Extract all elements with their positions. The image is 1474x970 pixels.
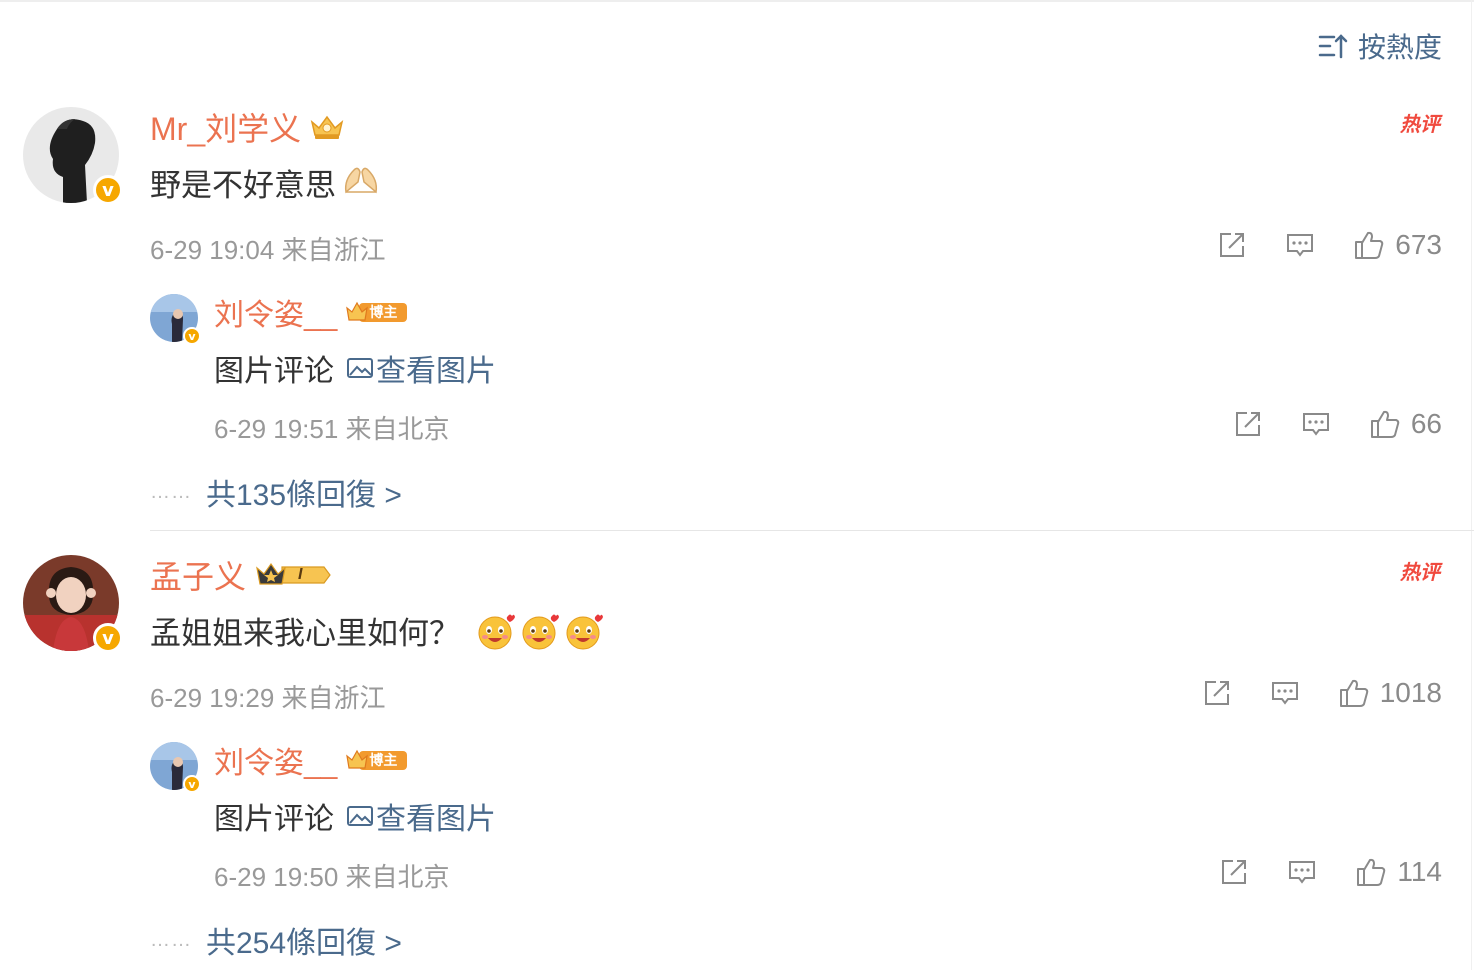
reply-username[interactable]: 刘令姿__ 博主 — [214, 738, 437, 782]
avatar[interactable]: v — [23, 107, 123, 205]
comment-button[interactable] — [1301, 409, 1331, 439]
share-icon — [1204, 681, 1229, 705]
view-image-link[interactable]: 查看图片 — [376, 794, 496, 838]
like-icon — [1339, 679, 1368, 707]
verified-icon: v — [93, 623, 123, 653]
right-divider — [1471, 0, 1472, 970]
comment-actions: 1018 — [1202, 677, 1442, 709]
sort-icon — [1318, 34, 1348, 59]
share-icon — [1235, 412, 1260, 436]
like-count: 1018 — [1379, 677, 1442, 708]
reply-username[interactable]: 刘令姿__ 博主 — [214, 290, 437, 334]
crown-icon — [309, 113, 345, 141]
comment-icon — [1302, 413, 1329, 436]
blogger-badge: 博主 — [345, 746, 437, 774]
comment-username[interactable]: Mr_刘学义 — [150, 104, 345, 150]
comment-meta: 6-29 19:04 来自浙江 — [150, 235, 386, 265]
reply-actions: 114 — [1219, 856, 1442, 888]
like-button[interactable]: 66 — [1369, 408, 1442, 440]
member-level-badge: I — [254, 560, 336, 590]
like-button[interactable]: 673 — [1353, 229, 1442, 261]
like-icon — [1370, 410, 1400, 438]
blogger-badge: 博主 — [345, 298, 437, 326]
comment-button[interactable] — [1287, 857, 1317, 887]
emoji-heart-face — [478, 614, 515, 649]
like-icon — [1357, 858, 1386, 886]
share-icon — [1222, 860, 1247, 884]
verified-icon: v — [183, 775, 201, 793]
emoji-hands — [342, 162, 380, 204]
reply-meta: 6-29 19:51 来自北京 — [214, 414, 450, 444]
reply-meta: 6-29 19:50 来自北京 — [214, 862, 450, 892]
share-button[interactable] — [1202, 678, 1232, 708]
sort-label: 按熱度 — [1357, 32, 1442, 63]
reply-text: 图片评论 查看图片 — [214, 794, 496, 838]
share-button[interactable] — [1217, 230, 1247, 260]
hot-comment-tag: 热评 — [1400, 114, 1440, 136]
like-icon — [1355, 231, 1384, 259]
view-image-link[interactable]: 查看图片 — [376, 346, 496, 390]
comment-icon — [1289, 861, 1316, 884]
verified-icon: v — [93, 175, 123, 205]
comment-actions: 673 — [1217, 229, 1442, 261]
comment-icon — [1287, 234, 1314, 257]
share-icon — [1220, 233, 1245, 257]
like-button[interactable]: 114 — [1355, 856, 1442, 888]
top-divider — [0, 0, 1474, 2]
comment-text: 野是不好意思 — [150, 160, 380, 205]
comment-divider — [150, 530, 1474, 531]
like-count: 673 — [1395, 229, 1442, 260]
reply-avatar[interactable]: v — [150, 294, 201, 345]
like-count: 66 — [1410, 408, 1442, 439]
emoji-heart-face — [522, 614, 559, 649]
view-more-replies-link[interactable]: …… 共135條回復 > — [150, 470, 410, 514]
avatar[interactable]: v — [23, 555, 123, 653]
like-count: 114 — [1397, 856, 1442, 887]
comment-icon — [1271, 682, 1298, 705]
verified-icon: v — [183, 327, 201, 345]
comment-text: 孟姐姐来我心里如何？ — [150, 608, 604, 653]
share-button[interactable] — [1219, 857, 1249, 887]
share-button[interactable] — [1233, 409, 1263, 439]
image-icon — [346, 804, 374, 828]
comment-meta: 6-29 19:29 来自浙江 — [150, 683, 386, 713]
comment-button[interactable] — [1285, 230, 1315, 260]
reply-actions: 66 — [1233, 408, 1442, 440]
reply-text: 图片评论 查看图片 — [214, 346, 496, 390]
sort-by-hot-button[interactable]: 按熱度 — [1318, 26, 1442, 66]
reply-avatar[interactable]: v — [150, 742, 201, 793]
comment-username[interactable]: 孟子义 I — [150, 552, 336, 598]
comment-button[interactable] — [1270, 678, 1300, 708]
image-icon — [346, 356, 374, 380]
hot-comment-tag: 热评 — [1400, 562, 1440, 584]
emoji-heart-face — [566, 614, 603, 649]
view-more-replies-link[interactable]: …… 共254條回復 > — [150, 918, 410, 962]
like-button[interactable]: 1018 — [1338, 677, 1442, 709]
